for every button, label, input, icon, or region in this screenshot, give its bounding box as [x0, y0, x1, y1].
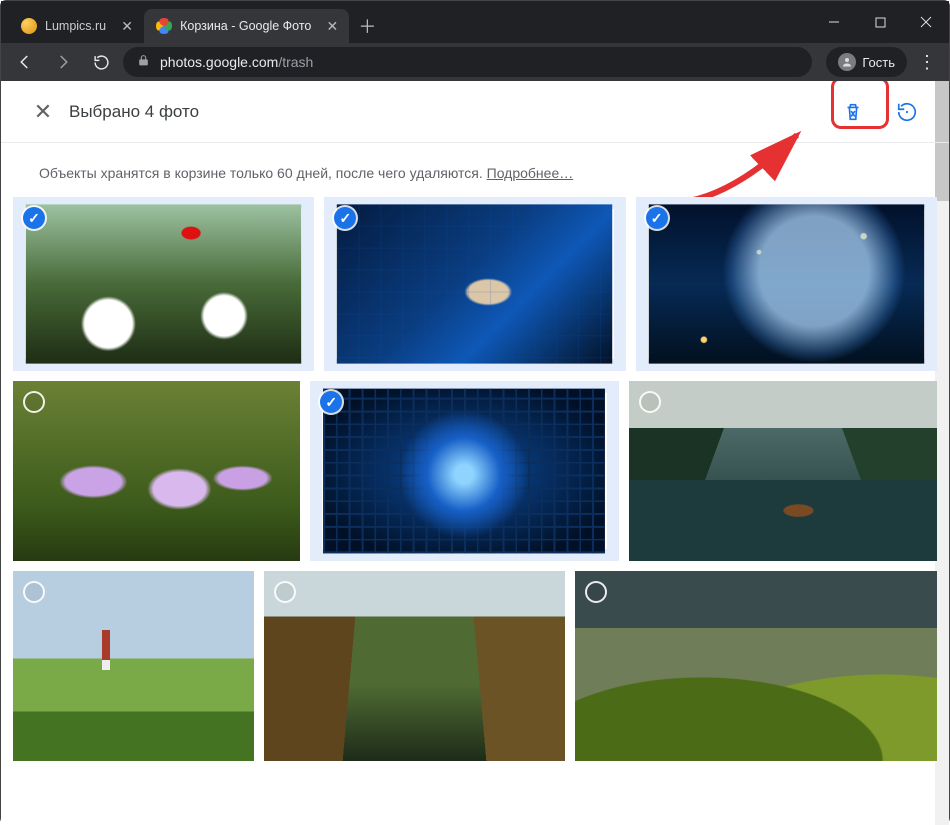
window-controls [811, 1, 949, 43]
address-bar[interactable]: photos.google.com/trash [123, 47, 812, 77]
url-path: /trash [278, 54, 313, 70]
browser-toolbar: photos.google.com/trash Гость ⋮ [1, 43, 949, 81]
restore-button[interactable] [887, 92, 927, 132]
back-button[interactable] [9, 46, 41, 78]
scrollbar[interactable] [935, 81, 949, 825]
photo-image [629, 381, 937, 561]
selection-count-label: Выбрано 4 фото [69, 102, 199, 122]
select-circle-icon[interactable] [274, 581, 296, 603]
photo-image [575, 571, 937, 761]
photo-globe-keys[interactable] [636, 197, 937, 371]
photo-lighthouse[interactable] [13, 571, 254, 761]
photo-image [337, 204, 613, 363]
selection-toolbar: ✕ Выбрано 4 фото [1, 81, 949, 143]
select-circle-icon[interactable] [23, 581, 45, 603]
photo-image [323, 389, 605, 554]
browser-menu-button[interactable]: ⋮ [913, 52, 941, 73]
delete-forever-button[interactable] [833, 92, 873, 132]
avatar-icon [838, 53, 856, 71]
window-maximize-button[interactable] [857, 1, 903, 43]
selected-check-icon[interactable] [23, 207, 45, 229]
trash-hint: Объекты хранятся в корзине только 60 дне… [1, 143, 949, 197]
url-host: photos.google.com [160, 54, 278, 70]
tab-close-icon[interactable]: ✕ [120, 19, 134, 33]
clear-selection-button[interactable]: ✕ [23, 92, 63, 132]
forward-button[interactable] [47, 46, 79, 78]
hint-learn-more-link[interactable]: Подробнее… [487, 165, 574, 181]
tab-close-icon[interactable]: ✕ [325, 19, 339, 33]
photo-ladybug[interactable] [13, 197, 314, 371]
photo-canyon[interactable] [264, 571, 565, 761]
tab-label: Lumpics.ru [45, 19, 106, 33]
window-close-button[interactable] [903, 1, 949, 43]
google-photos-trash: ✕ Выбрано 4 фото Объекты хранятся в корз… [1, 81, 949, 825]
photo-image [648, 204, 924, 363]
tab-lumpics[interactable]: Lumpics.ru ✕ [9, 9, 144, 43]
profile-chip[interactable]: Гость [826, 47, 907, 77]
photo-hills[interactable] [575, 571, 937, 761]
photo-dashboard[interactable] [324, 197, 625, 371]
select-circle-icon[interactable] [639, 391, 661, 413]
tab-google-photos-trash[interactable]: Корзина - Google Фото ✕ [144, 9, 349, 43]
photo-image [26, 204, 302, 363]
photo-image [13, 571, 254, 761]
select-circle-icon[interactable] [23, 391, 45, 413]
tab-label: Корзина - Google Фото [180, 19, 311, 33]
photo-image [13, 381, 300, 561]
favicon-lumpics [21, 18, 37, 34]
browser-titlebar: Lumpics.ru ✕ Корзина - Google Фото ✕ ＋ [1, 1, 949, 43]
photo-fjord[interactable] [629, 381, 937, 561]
photo-chip[interactable] [310, 381, 618, 561]
profile-label: Гость [862, 55, 895, 70]
window-minimize-button[interactable] [811, 1, 857, 43]
selected-check-icon[interactable] [646, 207, 668, 229]
photo-grid [1, 197, 949, 773]
favicon-google-photos [156, 18, 172, 34]
photo-image [264, 571, 565, 761]
new-tab-button[interactable]: ＋ [353, 12, 381, 40]
hint-text: Объекты хранятся в корзине только 60 дне… [39, 165, 487, 181]
lock-icon [137, 54, 150, 70]
photo-crocus[interactable] [13, 381, 300, 561]
reload-button[interactable] [85, 46, 117, 78]
